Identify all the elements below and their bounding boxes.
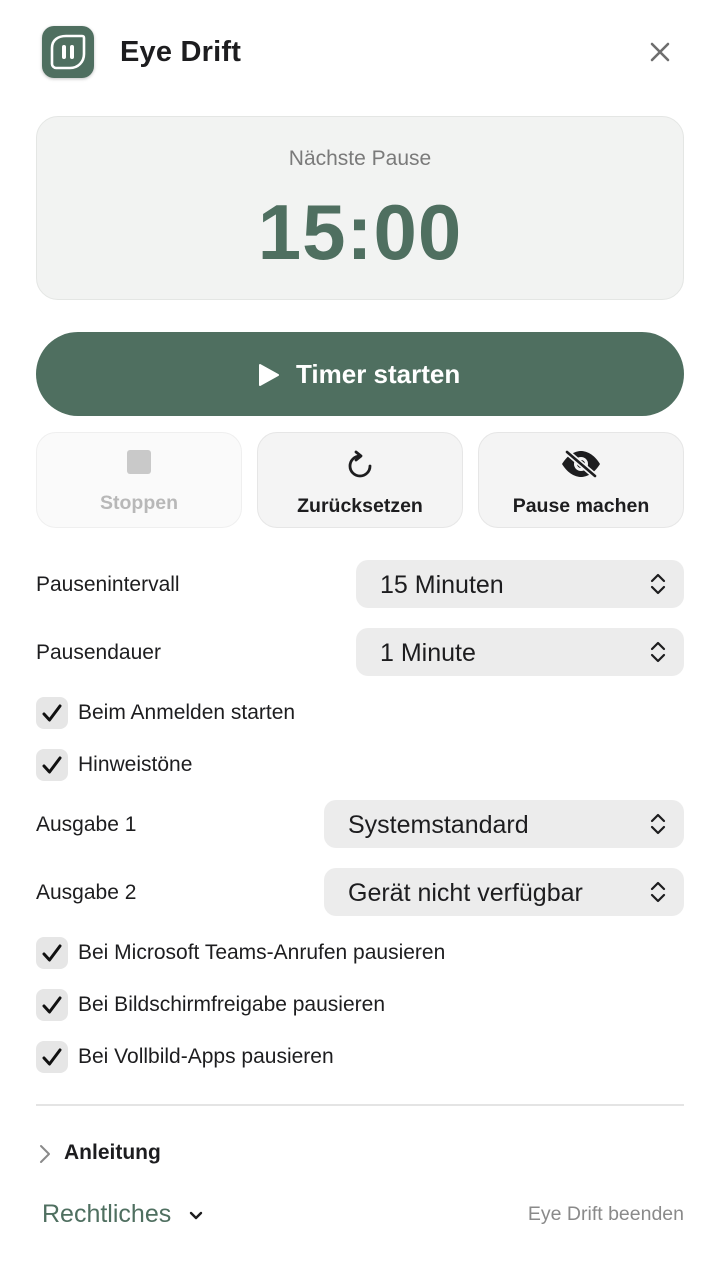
stop-button[interactable]: Stoppen: [36, 432, 242, 528]
quit-link[interactable]: Eye Drift beenden: [528, 1203, 684, 1226]
pause-leaf-icon: [42, 26, 94, 78]
guide-disclosure[interactable]: Anleitung: [36, 1138, 236, 1168]
up-down-chevron-icon: [650, 641, 666, 663]
header: Eye Drift: [42, 26, 682, 78]
output2-select[interactable]: Gerät nicht verfügbar: [324, 868, 684, 916]
checkbox[interactable]: [36, 749, 68, 781]
legal-label: Rechtliches: [42, 1200, 172, 1228]
pause-fullscreen-checkbox[interactable]: Bei Vollbild-Apps pausieren: [36, 1041, 396, 1073]
take-break-button[interactable]: Pause machen: [478, 432, 684, 528]
chevron-right-icon: [40, 1145, 50, 1163]
output2-value: Gerät nicht verfügbar: [348, 879, 583, 907]
login-start-checkbox[interactable]: Beim Anmelden starten: [36, 697, 356, 729]
checkbox[interactable]: [36, 937, 68, 969]
stop-label: Stoppen: [100, 492, 178, 514]
chevron-down-icon: [189, 1211, 203, 1220]
eye-slash-icon: [562, 449, 600, 479]
checkmark-icon: [42, 944, 62, 962]
reset-label: Zurücksetzen: [297, 495, 423, 517]
output1-value: Systemstandard: [348, 811, 529, 839]
pause-screenshare-checkbox[interactable]: Bei Bildschirmfreigabe pausieren: [36, 989, 456, 1021]
up-down-chevron-icon: [650, 813, 666, 835]
checkmark-icon: [42, 996, 62, 1014]
reset-icon: [348, 450, 372, 478]
output2-label: Ausgabe 2: [36, 881, 137, 904]
take-break-label: Pause machen: [512, 495, 650, 517]
divider: [36, 1104, 684, 1106]
interval-label: Pausenintervall: [36, 573, 180, 596]
close-icon[interactable]: [646, 38, 674, 66]
reset-button[interactable]: Zurücksetzen: [257, 432, 463, 528]
interval-value: 15 Minuten: [380, 571, 504, 599]
duration-label: Pausendauer: [36, 641, 161, 664]
guide-label: Anleitung: [64, 1141, 161, 1164]
sounds-label: Hinweistöne: [78, 753, 193, 776]
up-down-chevron-icon: [650, 573, 666, 595]
checkbox[interactable]: [36, 1041, 68, 1073]
duration-value: 1 Minute: [380, 639, 476, 667]
interval-select[interactable]: 15 Minuten: [356, 560, 684, 608]
checkmark-icon: [42, 1048, 62, 1066]
output1-label: Ausgabe 1: [36, 813, 137, 836]
duration-select[interactable]: 1 Minute: [356, 628, 684, 676]
checkbox[interactable]: [36, 697, 68, 729]
start-timer-label: Timer starten: [296, 359, 461, 389]
stop-icon: [127, 450, 151, 474]
legal-menu[interactable]: Rechtliches: [42, 1200, 203, 1230]
timer-card: Nächste Pause 15:00: [36, 116, 684, 300]
output1-select[interactable]: Systemstandard: [324, 800, 684, 848]
pause-fullscreen-label: Bei Vollbild-Apps pausieren: [78, 1045, 334, 1068]
checkbox[interactable]: [36, 989, 68, 1021]
up-down-chevron-icon: [650, 881, 666, 903]
checkmark-icon: [42, 704, 62, 722]
app-title: Eye Drift: [120, 36, 242, 68]
pause-teams-checkbox[interactable]: Bei Microsoft Teams-Anrufen pausieren: [36, 937, 516, 969]
checkmark-icon: [42, 756, 62, 774]
next-break-label: Nächste Pause: [288, 147, 432, 170]
pause-screenshare-label: Bei Bildschirmfreigabe pausieren: [78, 993, 385, 1016]
login-start-label: Beim Anmelden starten: [78, 701, 296, 724]
pause-teams-label: Bei Microsoft Teams-Anrufen pausieren: [78, 941, 446, 964]
start-timer-button[interactable]: Timer starten: [36, 332, 684, 416]
play-icon: [259, 364, 279, 386]
sounds-checkbox[interactable]: Hinweistöne: [36, 749, 256, 781]
countdown-value: 15:00: [257, 188, 463, 276]
